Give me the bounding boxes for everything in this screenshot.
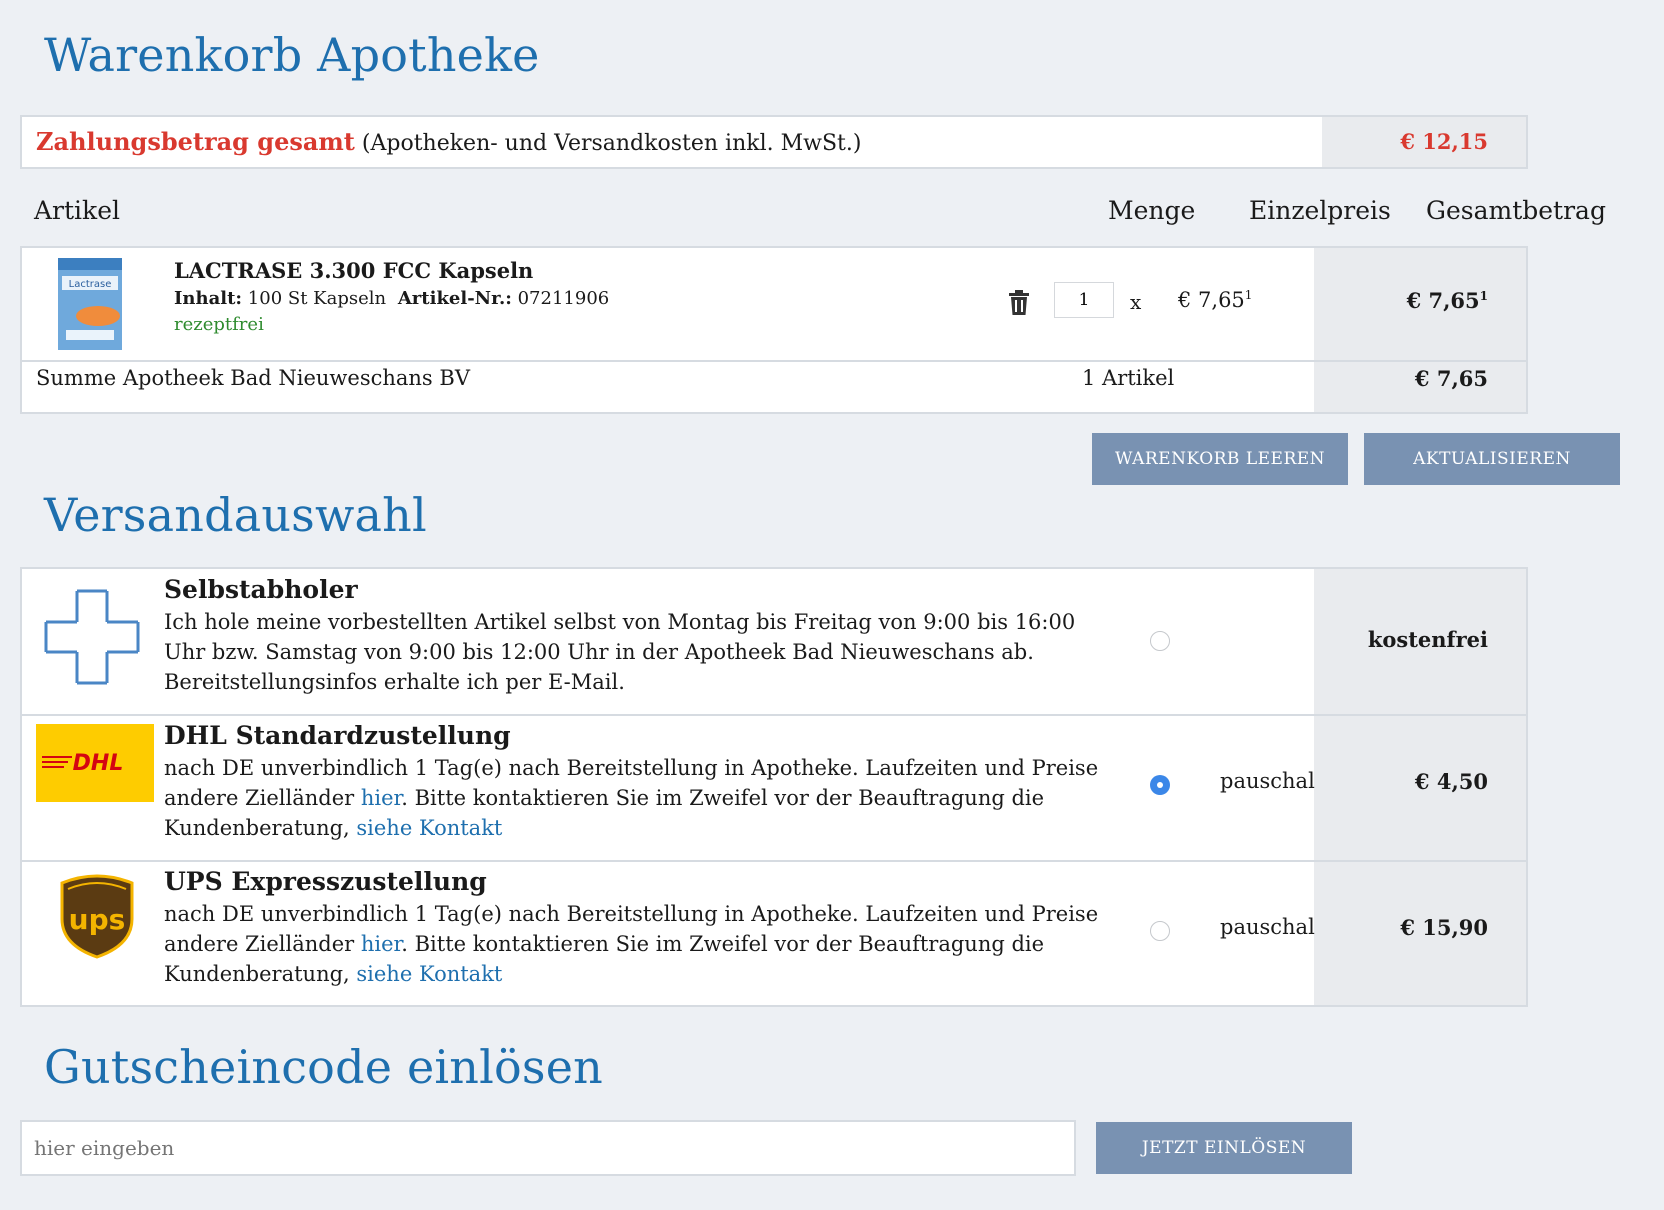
- ups-logo: ups: [52, 867, 142, 963]
- page-title: Warenkorb Apotheke: [44, 28, 540, 82]
- radio-pickup[interactable]: [1150, 631, 1170, 651]
- mode-ups: pauschal: [1220, 915, 1315, 939]
- option-desc-ups: nach DE unverbindlich 1 Tag(e) nach Bere…: [164, 902, 1099, 986]
- quantity-input[interactable]: [1054, 282, 1114, 318]
- product-name[interactable]: LACTRASE 3.300 FCC Kapseln: [174, 258, 533, 283]
- update-cart-button[interactable]: AKTUALISIEREN: [1364, 433, 1620, 485]
- svg-text:DHL: DHL: [73, 751, 124, 776]
- trash-icon[interactable]: [1008, 290, 1030, 320]
- item-total: € 7,651: [1406, 288, 1488, 313]
- header-unit-price: Einzelpreis: [1249, 196, 1391, 225]
- unit-price: € 7,651: [1178, 288, 1253, 312]
- mode-dhl: pauschal: [1220, 769, 1315, 793]
- option-title-ups: UPS Expresszustellung: [164, 867, 487, 896]
- link-other-countries-ups[interactable]: hier: [361, 932, 401, 956]
- voucher-input[interactable]: [20, 1120, 1076, 1176]
- link-contact-ups[interactable]: siehe Kontakt: [356, 962, 502, 986]
- summary-label-strong: Zahlungsbetrag gesamt: [36, 127, 355, 156]
- content-value: 100 St Kapseln: [247, 288, 387, 309]
- voucher-title: Gutscheincode einlösen: [44, 1040, 603, 1094]
- product-image[interactable]: Lactrase: [52, 254, 128, 354]
- cart-table: Lactrase LACTRASE 3.300 FCC Kapseln Inha…: [20, 246, 1528, 414]
- svg-text:ups: ups: [69, 903, 126, 936]
- header-quantity: Menge: [1108, 196, 1196, 225]
- redeem-voucher-button[interactable]: JETZT EINLÖSEN: [1096, 1122, 1352, 1174]
- product-meta: Inhalt: 100 St Kapseln Artikel-Nr.: 0721…: [174, 288, 609, 309]
- artnr-label: Artikel-Nr.:: [397, 288, 512, 309]
- total-summary-bar: Zahlungsbetrag gesamt (Apotheken- und Ve…: [20, 115, 1528, 169]
- clear-cart-button[interactable]: WARENKORB LEEREN: [1092, 433, 1348, 485]
- option-desc-pickup: Ich hole meine vorbestellten Artikel sel…: [164, 610, 1076, 694]
- summary-label: Zahlungsbetrag gesamt (Apotheken- und Ve…: [36, 127, 861, 156]
- subtotal-label: Summe Apotheek Bad Nieuweschans BV: [36, 366, 470, 390]
- summary-amount-cell: € 12,15: [1322, 117, 1526, 167]
- summary-label-note: (Apotheken- und Versandkosten inkl. MwSt…: [361, 131, 862, 156]
- svg-text:Lactrase: Lactrase: [69, 279, 112, 290]
- artnr-value: 07211906: [517, 288, 610, 309]
- option-title-dhl: DHL Standardzustellung: [164, 721, 511, 750]
- link-other-countries-dhl[interactable]: hier: [361, 786, 401, 810]
- price-pickup: kostenfrei: [1367, 627, 1488, 652]
- option-title-pickup: Selbstabholer: [164, 575, 358, 604]
- dhl-logo: DHL: [36, 724, 154, 802]
- link-contact-dhl[interactable]: siehe Kontakt: [356, 816, 502, 840]
- shipping-options: Selbstabholer Ich hole meine vorbestellt…: [20, 567, 1528, 1007]
- header-total: Gesamtbetrag: [1426, 196, 1606, 225]
- price-dhl: € 4,50: [1414, 769, 1488, 794]
- summary-amount: € 12,15: [1400, 129, 1488, 154]
- pharmacy-cross-icon: [42, 587, 142, 691]
- option-desc-dhl: nach DE unverbindlich 1 Tag(e) nach Bere…: [164, 756, 1099, 840]
- header-article: Artikel: [34, 196, 120, 225]
- subtotal-count: 1 Artikel: [1082, 366, 1175, 390]
- content-label: Inhalt:: [174, 288, 243, 309]
- times-sign: x: [1130, 290, 1142, 314]
- radio-dhl[interactable]: [1150, 775, 1170, 795]
- shipping-title: Versandauswahl: [44, 488, 427, 542]
- radio-ups[interactable]: [1150, 921, 1170, 941]
- price-ups: € 15,90: [1400, 915, 1488, 940]
- prescription-status: rezeptfrei: [174, 314, 264, 335]
- subtotal-amount: € 7,65: [1414, 366, 1488, 391]
